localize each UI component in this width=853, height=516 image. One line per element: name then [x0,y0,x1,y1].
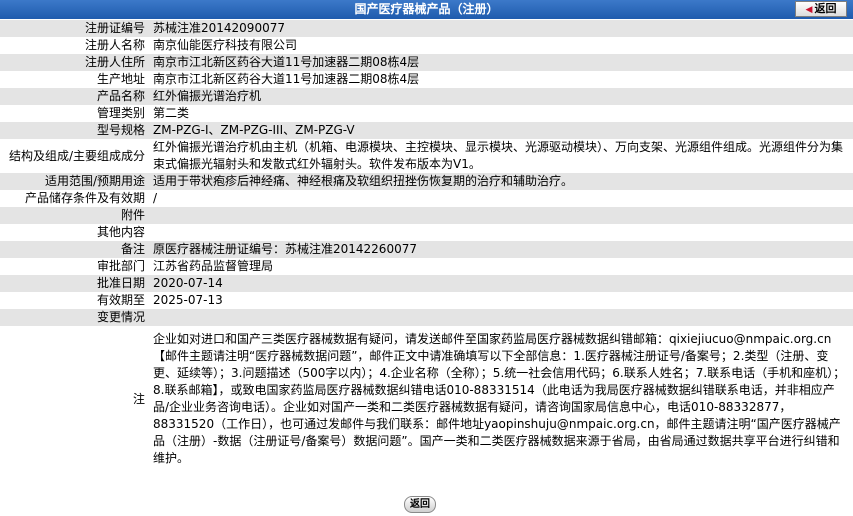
field-label: 型号规格 [0,122,149,139]
table-row: 注册人名称 南京仙能医疗科技有限公司 [0,37,853,54]
table-row: 生产地址 南京市江北新区药谷大道11号加速器二期08栋4层 [0,71,853,88]
field-value: 江苏省药品监督管理局 [149,258,853,275]
field-value: 南京仙能医疗科技有限公司 [149,37,853,54]
table-row: 批准日期 2020-07-14 [0,275,853,292]
field-label: 产品储存条件及有效期 [0,190,149,207]
note-row: 注企业如对进口和国产三类医疗器械数据有疑问，请发送邮件至国家药监局医疗器械数据纠… [0,326,853,473]
field-label: 有效期至 [0,292,149,309]
table-row: 注册证编号 苏械注准20142090077 [0,20,853,37]
back-button-top[interactable]: ◀ 返回 [795,1,847,17]
field-value: 红外偏振光谱治疗机 [149,88,853,105]
back-button-bottom[interactable]: 返回 [404,496,436,513]
detail-table: 注册证编号 苏械注准20142090077 注册人名称 南京仙能医疗科技有限公司 注册人… [0,20,853,473]
field-label: 生产地址 [0,71,149,88]
field-label: 注册人名称 [0,37,149,54]
note-text: 企业如对进口和国产三类医疗器械数据有疑问，请发送邮件至国家药监局医疗器械数据纠错… [149,326,853,473]
table-row: 适用范围/预期用途 适用于带状疱疹后神经痛、神经根痛及软组织扭挫伤恢复期的治疗和辅… [0,173,853,190]
table-row: 注册人住所 南京市江北新区药谷大道11号加速器二期08栋4层 [0,54,853,71]
field-label: 适用范围/预期用途 [0,173,149,190]
table-row: 型号规格 ZM-PZG-I、ZM-PZG-III、ZM-PZG-V [0,122,853,139]
field-value: 南京市江北新区药谷大道11号加速器二期08栋4层 [149,71,853,88]
field-label: 附件 [0,207,149,224]
field-value: / [149,190,853,207]
table-row: 备注 原医疗器械注册证编号：苏械注准20142260077 [0,241,853,258]
field-value: 红外偏振光谱治疗机由主机（机箱、电源模块、主控模块、显示模块、光源驱动模块）、万… [149,139,853,173]
table-row: 管理类别 第二类 [0,105,853,122]
note-label: 注 [0,326,149,473]
back-button-label: 返回 [814,2,837,15]
table-row: 附件 [0,207,853,224]
table-row: 有效期至 2025-07-13 [0,292,853,309]
field-value [149,207,853,224]
page-title: 国产医疗器械产品（注册） [354,2,499,16]
field-value: 第二类 [149,105,853,122]
table-row: 产品名称 红外偏振光谱治疗机 [0,88,853,105]
field-value: 南京市江北新区药谷大道11号加速器二期08栋4层 [149,54,853,71]
field-value [149,224,853,241]
field-value: 2025-07-13 [149,292,853,309]
field-label: 注册人住所 [0,54,149,71]
back-arrow-icon: ◀ [805,5,813,15]
field-value: 原医疗器械注册证编号：苏械注准20142260077 [149,241,853,258]
field-label: 产品名称 [0,88,149,105]
page-header: 国产医疗器械产品（注册） ◀ 返回 [0,0,853,19]
field-value: 适用于带状疱疹后神经痛、神经根痛及软组织扭挫伤恢复期的治疗和辅助治疗。 [149,173,853,190]
field-label: 结构及组成/主要组成成分 [0,139,149,173]
field-label: 批准日期 [0,275,149,292]
field-value: 苏械注准20142090077 [149,20,853,37]
table-row: 其他内容 [0,224,853,241]
table-row: 变更情况 [0,309,853,326]
table-row: 产品储存条件及有效期 / [0,190,853,207]
back-button-label: 返回 [410,499,430,510]
field-label: 其他内容 [0,224,149,241]
field-label: 注册证编号 [0,20,149,37]
field-value: 2020-07-14 [149,275,853,292]
field-label: 管理类别 [0,105,149,122]
field-value [149,309,853,326]
field-label: 备注 [0,241,149,258]
field-label: 变更情况 [0,309,149,326]
table-row: 审批部门 江苏省药品监督管理局 [0,258,853,275]
table-row: 结构及组成/主要组成成分 红外偏振光谱治疗机由主机（机箱、电源模块、主控模块、显示… [0,139,853,173]
field-value: ZM-PZG-I、ZM-PZG-III、ZM-PZG-V [149,122,853,139]
field-label: 审批部门 [0,258,149,275]
